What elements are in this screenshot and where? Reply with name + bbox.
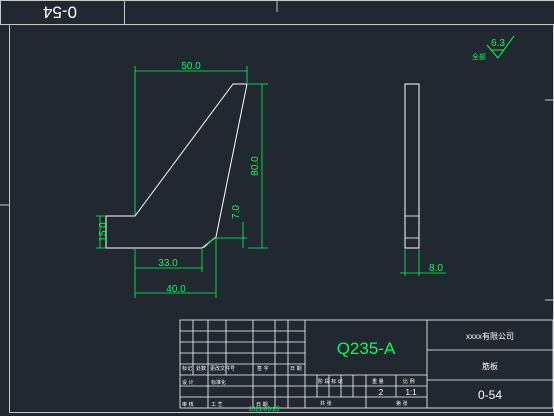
part-name: 筋板 xyxy=(482,361,498,371)
roughness-prefix: 全部 xyxy=(472,52,486,61)
dim-bottom-inner: 33.0 xyxy=(158,258,178,269)
row-label-mark: 标记 xyxy=(182,365,192,372)
front-view xyxy=(105,83,248,249)
rotated-number-box: 0-54 xyxy=(0,0,125,25)
row-label-count: 处数 xyxy=(196,365,206,372)
drawing-canvas: 0-54 全部 6.3 50.0 80.0 15.0 7.0 33.0 40.0… xyxy=(0,0,554,413)
rotated-drawing-number: 0-54 xyxy=(43,3,77,22)
cad-drawing-sheet: 0-54 全部 6.3 50.0 80.0 15.0 7.0 33.0 40.0… xyxy=(0,0,554,416)
row-label-sign: 签 字 xyxy=(257,365,269,372)
dim-bottom-total: 40.0 xyxy=(166,284,186,295)
roughness-symbol: 全部 6.3 xyxy=(472,35,515,61)
stage-header-scale: 比 例 xyxy=(403,378,415,385)
row-label-change: 更改文件号 xyxy=(210,365,235,372)
label-design: 设 计 xyxy=(182,379,194,386)
dim-left-height: 15.0 xyxy=(98,222,109,242)
front-dimensions xyxy=(96,66,268,298)
sheet-total: 共 张 xyxy=(320,400,332,407)
drawing-number: 0-54 xyxy=(478,388,502,402)
dim-thickness: 8.0 xyxy=(429,263,443,274)
label-review: 审 核 xyxy=(182,401,194,408)
scale-value: 1:1 xyxy=(405,388,417,397)
label-date: 日 期 xyxy=(256,402,268,408)
sheet-border xyxy=(0,0,554,413)
dim-step-height: 7.0 xyxy=(231,205,242,219)
dim-height: 80.0 xyxy=(250,156,261,176)
company-name: xxxx有限公司 xyxy=(466,331,514,341)
side-view xyxy=(404,83,420,249)
row-label-date: 日 期 xyxy=(290,366,302,372)
label-process: 工 艺 xyxy=(211,402,223,408)
stage-header-mark: 阶 段 标 记 xyxy=(318,378,343,385)
stage-header-weight: 重 量 xyxy=(372,378,384,385)
quantity-value: 2 xyxy=(379,388,384,397)
label-standard: 标准化 xyxy=(211,379,226,386)
material-label: Q235-A xyxy=(337,339,396,358)
sheet-number: 第 张 xyxy=(396,400,408,407)
dim-top-width: 50.0 xyxy=(181,61,201,72)
roughness-value: 6.3 xyxy=(491,38,505,49)
gusset-plate-outline xyxy=(105,83,248,249)
